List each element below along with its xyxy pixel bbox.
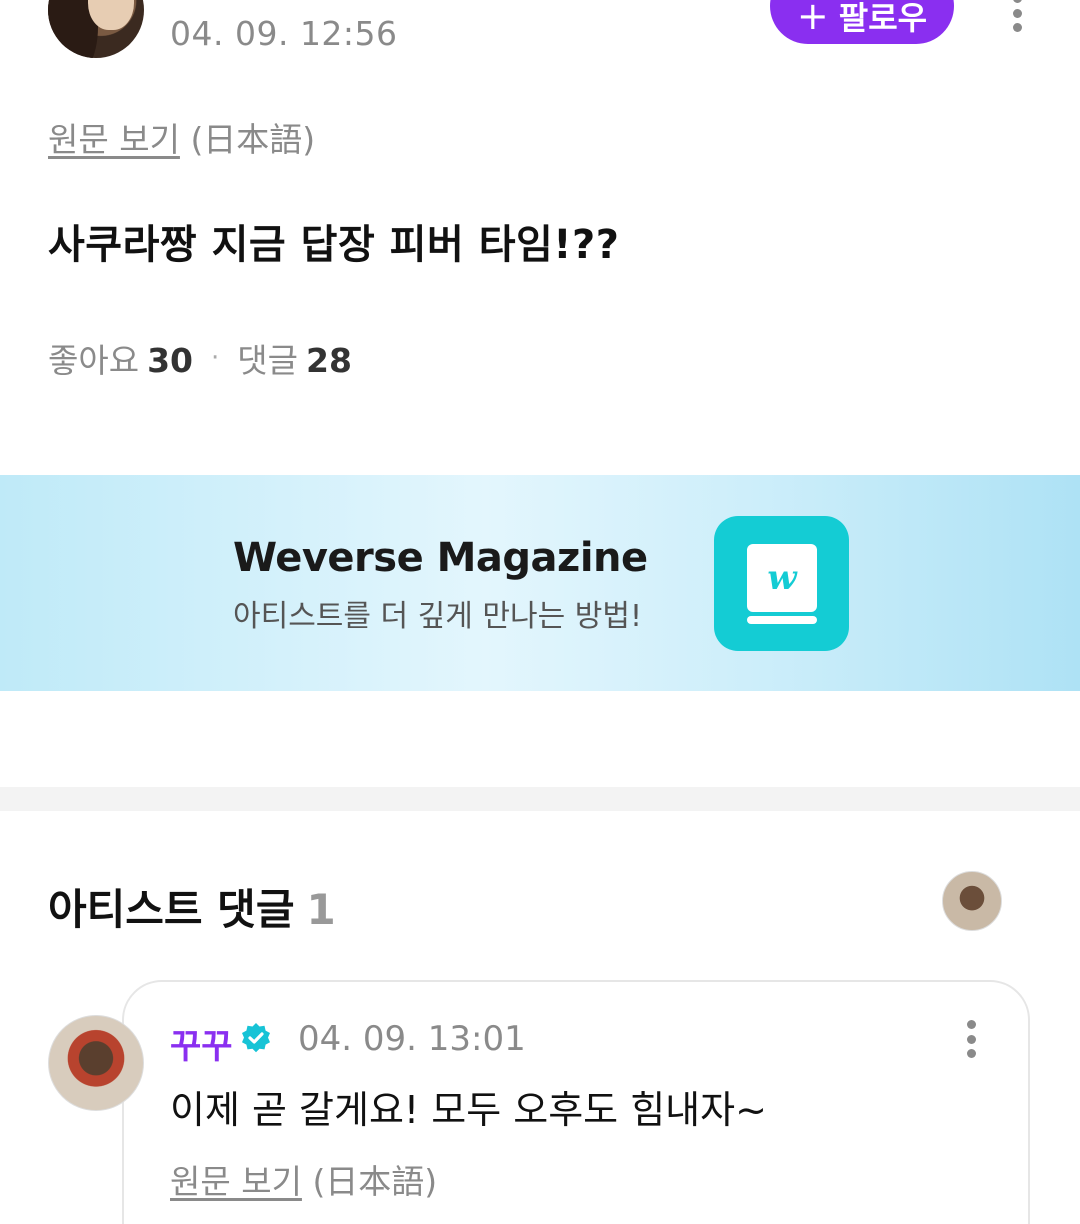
artist-comments-count: 1: [306, 885, 336, 934]
commenter-avatar[interactable]: [48, 1015, 144, 1111]
comment-view-original-link[interactable]: 원문 보기: [170, 1162, 302, 1201]
likes-count: 30: [147, 341, 194, 380]
view-original-row: 원문 보기 (日本語): [48, 113, 315, 161]
verified-check-icon: [242, 1023, 270, 1053]
comments-stat[interactable]: 댓글 28: [237, 334, 352, 382]
likes-label: 좋아요: [48, 341, 140, 380]
weverse-magazine-banner[interactable]: Weverse Magazine 아티스트를 더 깊게 만나는 방법! w: [0, 475, 1080, 691]
banner-title: Weverse Magazine: [233, 535, 648, 581]
plus-icon: +: [796, 0, 829, 38]
follow-label: 팔로우: [838, 0, 928, 37]
follow-button[interactable]: + 팔로우: [770, 0, 954, 44]
book-icon: w: [747, 544, 817, 612]
likes-stat[interactable]: 좋아요 30: [48, 334, 193, 382]
original-language: (日本語): [190, 120, 316, 159]
artist-comments-heading: 아티스트 댓글 1: [48, 876, 336, 937]
comment-more-options-icon[interactable]: [961, 1020, 981, 1058]
post-timestamp: 04. 09. 12:56: [170, 14, 398, 53]
post-detail-screen: 04. 09. 12:56 + 팔로우 원문 보기 (日本語) 사쿠라짱 지금 …: [0, 0, 1080, 1224]
comments-label: 댓글: [237, 341, 299, 380]
comment-view-original-row: 원문 보기 (日本語): [170, 1155, 437, 1203]
post-text: 사쿠라짱 지금 답장 피버 타임!??: [48, 222, 620, 268]
author-avatar[interactable]: [48, 0, 144, 58]
banner-subtitle: 아티스트를 더 깊게 만나는 방법!: [233, 599, 642, 634]
comment-author[interactable]: 꾸꾸: [170, 1019, 233, 1068]
comment-original-language: (日本語): [312, 1162, 438, 1201]
view-original-link[interactable]: 원문 보기: [48, 120, 180, 159]
section-divider: [0, 787, 1080, 811]
comments-count: 28: [306, 341, 352, 380]
comment-text: 이제 곧 갈게요! 모두 오후도 힘내자~: [170, 1088, 767, 1132]
artist-avatar-small[interactable]: [942, 871, 1002, 931]
stats-separator: ·: [211, 343, 220, 373]
artist-comments-title: 아티스트 댓글: [48, 885, 295, 934]
weverse-magazine-logo-icon: w: [714, 516, 849, 651]
comment-timestamp: 04. 09. 13:01: [298, 1019, 526, 1059]
post-stats: 좋아요 30 · 댓글 28: [48, 334, 352, 382]
more-options-icon[interactable]: [1007, 0, 1027, 32]
